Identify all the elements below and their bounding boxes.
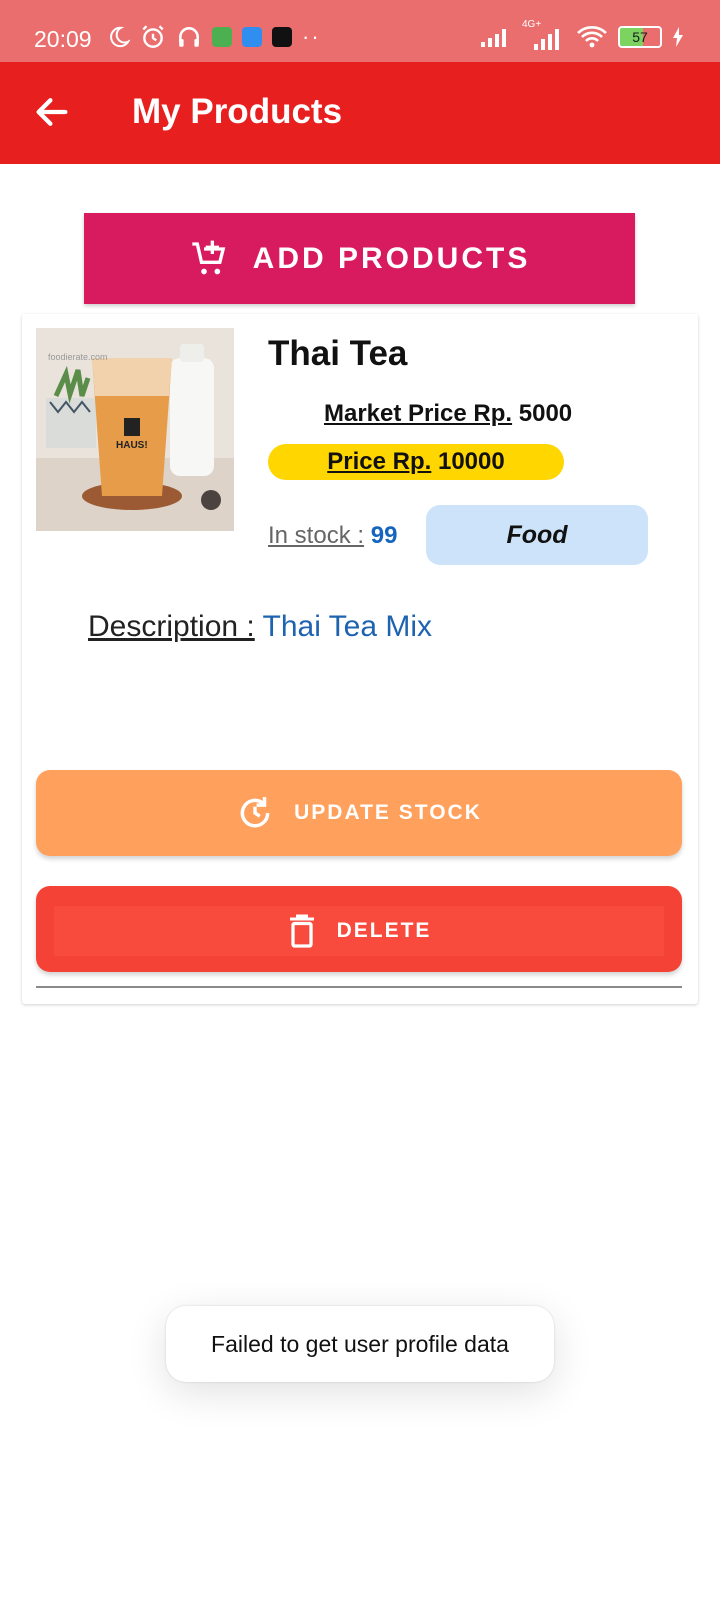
status-bar: 20:09 ·· 4G+ 57 xyxy=(0,0,720,62)
price-value: 10000 xyxy=(437,448,505,475)
arrow-left-icon[interactable] xyxy=(32,92,72,132)
app-icon xyxy=(242,27,262,47)
more-dots-icon: ·· xyxy=(302,24,321,49)
market-price-value: 5000 xyxy=(518,400,573,427)
add-cart-icon xyxy=(191,240,225,274)
app-bar: My Products xyxy=(0,62,720,164)
description-value: Thai Tea Mix xyxy=(262,610,433,643)
cup-label: HAUS! xyxy=(116,440,148,451)
image-watermark: foodierate.com xyxy=(48,352,108,362)
product-name: Thai Tea xyxy=(268,334,408,373)
moon-icon xyxy=(110,26,130,48)
update-stock-label: UPDATE STOCK xyxy=(294,801,482,824)
stock-info: In stock : 99 xyxy=(268,522,397,550)
add-products-label: ADD PRODUCTS xyxy=(252,241,531,275)
refresh-clock-icon xyxy=(240,797,270,828)
stock-label: In stock : xyxy=(268,522,365,549)
charging-icon xyxy=(673,27,683,47)
add-products-button[interactable]: ADD PRODUCTS xyxy=(84,213,635,304)
toast-message: Failed to get user profile data xyxy=(166,1306,554,1382)
status-left-icons: ·· xyxy=(108,22,321,52)
signal-4g-icon: 4G+ xyxy=(520,19,566,51)
status-right-icons: 4G+ 57 xyxy=(480,19,684,52)
update-stock-button[interactable]: UPDATE STOCK xyxy=(36,770,682,856)
battery-level: 57 xyxy=(632,29,648,45)
price-label: Price Rp. xyxy=(327,448,432,475)
product-image: foodierate.com HAUS! xyxy=(36,328,234,531)
status-time: 20:09 xyxy=(34,26,92,52)
toast-text: Failed to get user profile data xyxy=(211,1330,509,1357)
headphones-icon xyxy=(179,27,199,47)
trash-icon xyxy=(289,914,314,948)
page-title: My Products xyxy=(132,92,343,131)
network-type-label: 4G+ xyxy=(522,19,542,30)
category-chip: Food xyxy=(426,505,648,565)
delete-button[interactable]: DELETE xyxy=(36,886,682,972)
market-price: Market Price Rp. 5000 xyxy=(324,400,572,428)
divider xyxy=(36,986,682,988)
description-label: Description : xyxy=(88,610,255,643)
app-icon xyxy=(212,27,232,47)
description: Description : Thai Tea Mix xyxy=(88,610,432,644)
signal-icon xyxy=(481,29,506,47)
tiktok-icon xyxy=(272,27,292,47)
delete-button-inner[interactable]: DELETE xyxy=(54,906,664,956)
price-badge: Price Rp. 10000 xyxy=(268,444,564,480)
category-label: Food xyxy=(506,520,568,549)
wifi-icon xyxy=(577,26,607,48)
battery-icon: 57 xyxy=(618,26,662,48)
market-price-label: Market Price Rp. xyxy=(324,400,513,427)
stock-value: 99 xyxy=(370,522,398,549)
alarm-icon xyxy=(142,25,164,48)
product-card[interactable]: foodierate.com HAUS! Thai Tea Market Pri… xyxy=(22,314,698,1004)
delete-label: DELETE xyxy=(336,919,432,942)
